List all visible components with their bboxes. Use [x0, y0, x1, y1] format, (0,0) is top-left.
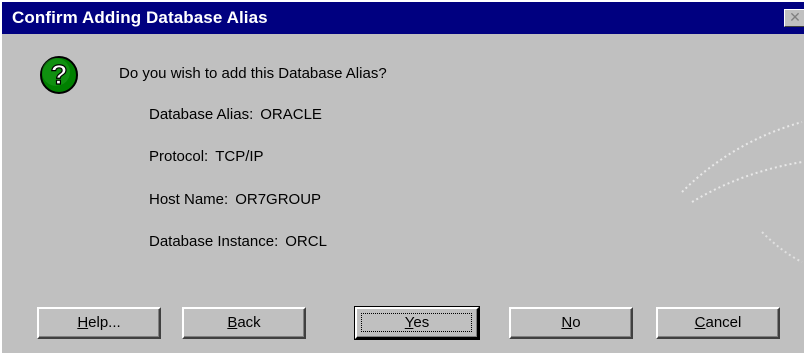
- detail-label: Database Instance:: [149, 233, 279, 250]
- title-bar[interactable]: Confirm Adding Database Alias ✕: [2, 2, 804, 34]
- cancel-button[interactable]: Cancel: [656, 307, 780, 339]
- back-label-rest: ack: [237, 314, 261, 331]
- detail-label: Database Alias:: [149, 106, 254, 123]
- help-button[interactable]: Help...: [37, 307, 161, 339]
- detail-protocol: Protocol: TCP/IP: [149, 148, 264, 165]
- close-icon: ✕: [789, 9, 801, 25]
- prompt-text: Do you wish to add this Database Alias?: [119, 65, 387, 82]
- detail-database-instance: Database Instance: ORCL: [149, 233, 327, 250]
- back-button[interactable]: Back: [182, 307, 306, 339]
- detail-value: TCP/IP: [215, 148, 264, 165]
- back-access-key: B: [227, 314, 238, 331]
- detail-database-alias: Database Alias: ORACLE: [149, 106, 322, 123]
- detail-host-name: Host Name: OR7GROUP: [149, 191, 321, 208]
- help-access-key: H: [77, 314, 89, 331]
- close-button[interactable]: ✕: [784, 9, 804, 27]
- detail-value: OR7GROUP: [235, 191, 322, 208]
- cancel-label-rest: ancel: [705, 314, 742, 331]
- yes-button[interactable]: Yes: [354, 306, 480, 340]
- detail-value: ORCL: [285, 233, 327, 250]
- cancel-access-key: C: [694, 314, 706, 331]
- no-label-rest: o: [572, 314, 581, 331]
- window-title: Confirm Adding Database Alias: [12, 8, 268, 27]
- detail-value: ORACLE: [260, 106, 322, 123]
- background-watermark: [681, 121, 803, 263]
- no-button[interactable]: No: [509, 307, 633, 339]
- question-icon: ?: [40, 56, 78, 94]
- no-access-key: N: [561, 314, 573, 331]
- detail-label: Host Name:: [149, 191, 229, 208]
- confirm-dialog: Confirm Adding Database Alias ✕ ? Do you…: [0, 0, 804, 353]
- detail-label: Protocol:: [149, 148, 209, 165]
- question-glyph: ?: [50, 59, 67, 90]
- focus-rectangle: [361, 313, 472, 332]
- help-label-rest: elp...: [88, 314, 121, 331]
